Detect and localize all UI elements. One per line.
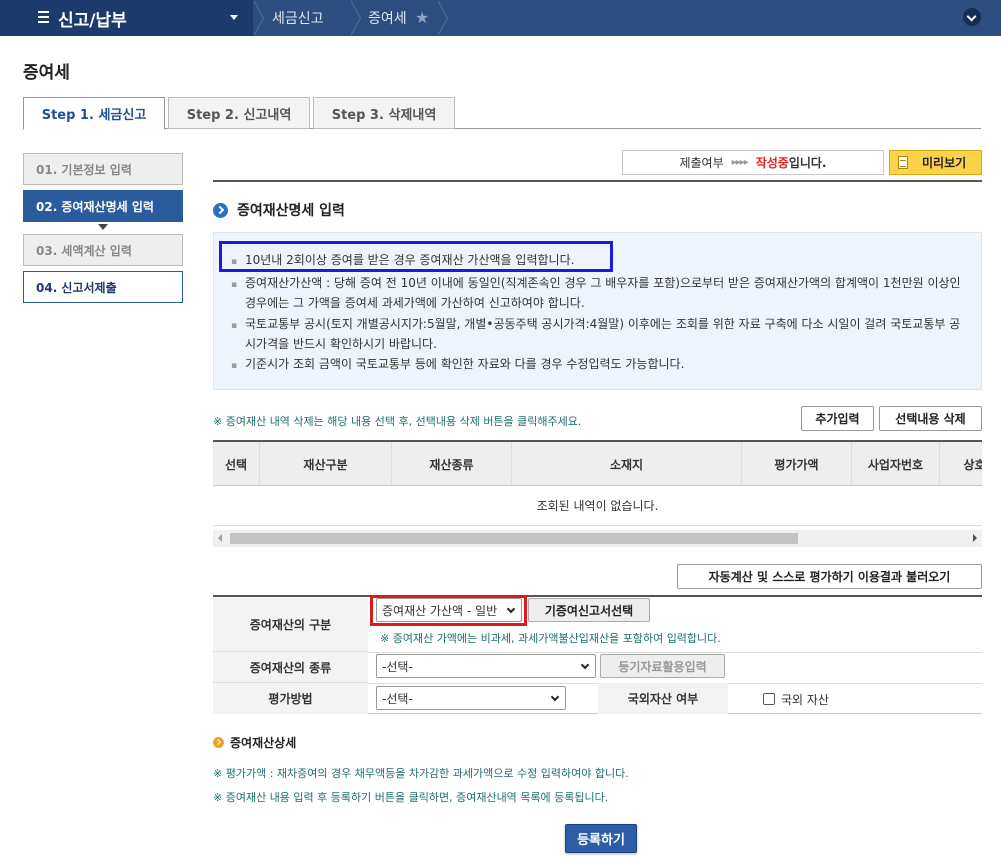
breadcrumb-separator	[350, 0, 361, 36]
col-select: 선택	[224, 457, 248, 472]
empty-message: 조회된 내역이 없습니다.	[213, 486, 982, 526]
register-button[interactable]: 등록하기	[565, 824, 637, 853]
row-divider	[368, 652, 982, 653]
tab-step3[interactable]: Step 3. 삭제내역	[313, 97, 455, 129]
col-property-category: 재산구분	[259, 442, 391, 485]
breadcrumb-separator	[437, 0, 448, 36]
table-note: ※ 증여재산 내역 삭제는 해당 내용 선택 후, 선택내용 삭제 버튼을 클릭…	[213, 415, 582, 428]
favorite-star-icon[interactable]: ★	[415, 8, 429, 27]
breadcrumb-separator	[253, 0, 264, 36]
table-header: 선택 재산구분 재산종류 소재지 평가가액 사업자번호 상호	[213, 440, 982, 486]
detail-title: 증여재산상세	[213, 734, 296, 751]
detail-note: ※ 평가가액 : 재차증여의 경우 채무액등을 차가감한 과세가액으로 수정 입…	[213, 767, 629, 780]
left-step-basic-info[interactable]: 01. 기본정보 입력	[23, 153, 183, 185]
chevron-down-icon	[580, 660, 590, 670]
col-trade-name: 상호	[939, 442, 982, 485]
property-type-select[interactable]: -선택-	[376, 654, 596, 678]
caret-down-icon	[230, 15, 238, 20]
detail-title-text: 증여재산상세	[230, 736, 297, 750]
valuation-method-value: -선택-	[382, 691, 413, 706]
main-menu-button[interactable]: 신고/납부	[0, 0, 254, 36]
notice-item: 국토교통부 공시(토지 개별공시지가:5월말, 개별•공동주택 공시가격:4월말…	[231, 315, 971, 353]
tab-step1[interactable]: Step 1. 세금신고	[23, 97, 165, 130]
scroll-left-icon[interactable]	[218, 534, 222, 542]
scroll-right-icon[interactable]	[973, 534, 977, 542]
left-step-gift-property[interactable]: 02. 증여재산명세 입력	[23, 190, 183, 222]
highlight-box-red	[370, 595, 527, 626]
status-label: 제출여부	[679, 156, 724, 170]
col-appraised-value: 평가가액	[741, 442, 851, 485]
main-menu-label: 신고/납부	[58, 10, 127, 31]
col-business-number: 사업자번호	[851, 442, 939, 485]
step-tabs: Step 1. 세금신고 Step 2. 신고내역 Step 3. 삭제내역	[23, 97, 981, 130]
label-property-category: 증여재산의 구분	[213, 597, 368, 652]
label-valuation-method: 평가방법	[213, 683, 368, 714]
notice-item: 증여재산가산액 : 당해 증여 전 10년 이내에 동일인(직계존속인 경우 그…	[231, 274, 971, 312]
add-input-button[interactable]: 추가입력	[801, 406, 874, 431]
section-title-text: 증여재산명세 입력	[237, 203, 345, 219]
load-autocalc-button[interactable]: 자동계산 및 스스로 평가하기 이용결과 불러오기	[677, 564, 982, 589]
document-icon	[898, 156, 908, 169]
select-prior-gift-button[interactable]: 기증여신고서선택	[528, 598, 650, 622]
left-step-submit[interactable]: 04. 신고서제출	[23, 271, 183, 303]
col-property-type: 재산종류	[391, 442, 511, 485]
arrow-circle-icon	[213, 202, 228, 218]
label-property-type: 증여재산의 종류	[213, 652, 368, 683]
arrow-circle-icon	[213, 737, 224, 748]
form-note: ※ 증여재산 가액에는 비과세, 과세가액불산입재산을 포함하여 입력합니다.	[380, 632, 721, 645]
delete-selected-button[interactable]: 선택내용 삭제	[879, 406, 982, 431]
status-arrows: ▸▸▸▸	[731, 157, 749, 168]
col-location: 소재지	[511, 442, 741, 485]
divider	[213, 180, 982, 182]
submission-status: 제출여부 ▸▸▸▸ 작성중 입니다.	[622, 150, 884, 175]
detail-note: ※ 증여재산 내용 입력 후 등록하기 버튼을 클릭하면, 증여재산내역 목록에…	[213, 791, 609, 804]
notice-item: 기준시가 조회 금액이 국토교통부 등에 확인한 자료와 다를 경우 수정입력도…	[231, 355, 971, 375]
section-title: 증여재산명세 입력	[213, 200, 345, 220]
label-foreign-asset: 국외자산 여부	[598, 683, 728, 714]
chevron-down-icon	[550, 692, 560, 702]
breadcrumb-item-gift-tax[interactable]: 증여세	[368, 0, 407, 36]
highlight-box-blue	[219, 241, 613, 272]
preview-label: 미리보기	[922, 156, 967, 170]
step-arrow-icon	[98, 224, 108, 230]
foreign-asset-label: 국외 자산	[781, 693, 829, 707]
preview-button[interactable]: 미리보기	[889, 150, 982, 175]
tab-step2[interactable]: Step 2. 신고내역	[168, 97, 310, 129]
expand-chevron-icon[interactable]	[963, 8, 981, 26]
status-state: 작성중	[755, 156, 789, 170]
status-suffix: 입니다.	[788, 156, 827, 170]
left-step-tax-calc[interactable]: 03. 세액계산 입력	[23, 234, 183, 266]
breadcrumb-item-tax-report[interactable]: 세금신고	[272, 0, 324, 36]
registry-data-button[interactable]: 등기자료활용입력	[600, 654, 725, 678]
property-type-value: -선택-	[382, 659, 413, 674]
valuation-method-select[interactable]: -선택-	[376, 686, 566, 710]
horizontal-scrollbar[interactable]	[213, 530, 982, 547]
foreign-asset-checkbox[interactable]	[763, 693, 775, 705]
top-navigation-bar: 신고/납부 세금신고 증여세 ★	[0, 0, 1001, 36]
page-title: 증여세	[23, 63, 70, 83]
scrollbar-thumb[interactable]	[230, 533, 798, 544]
hamburger-icon	[38, 11, 49, 23]
